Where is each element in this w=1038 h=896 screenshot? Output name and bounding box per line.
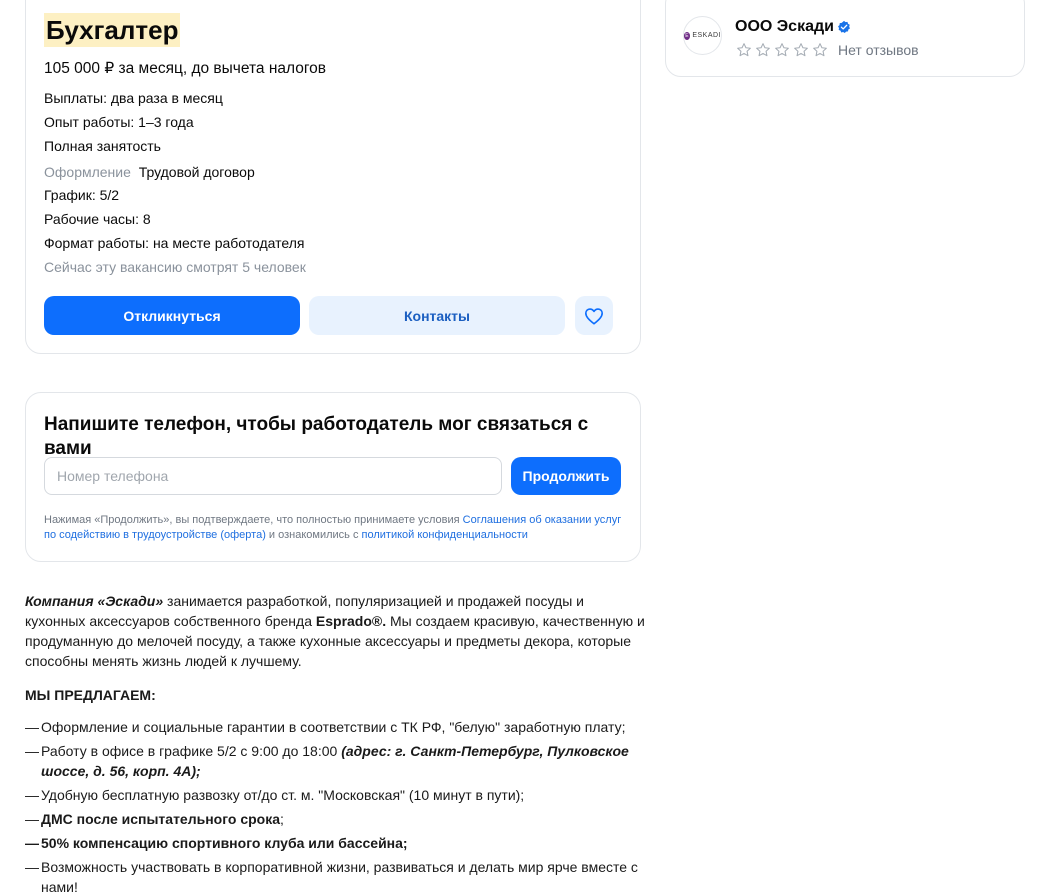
consent-text: Нажимая «Продолжить», вы подтверждаете, … <box>44 513 624 542</box>
registration-label: Оформление <box>44 164 131 180</box>
intro-brand: Esprado®. <box>315 613 387 629</box>
vacancy-salary: 105 000 ₽ за месяц, до вычета налогов <box>44 60 327 77</box>
phone-input[interactable] <box>44 457 502 495</box>
employment-info: Полная занятость <box>44 138 161 154</box>
heart-icon <box>584 307 603 325</box>
offer-item: Возможность участвовать в корпоративной … <box>25 857 645 896</box>
offer-item: Работу в офисе в графике 5/2 с 9:00 до 1… <box>25 741 645 781</box>
offer-item-text: Работу в офисе в графике 5/2 с 9:00 до 1… <box>41 743 342 759</box>
vacancy-title: Бухгалтер <box>44 13 181 47</box>
favorite-button[interactable] <box>575 296 613 335</box>
intro-company-name: Компания «Эскади» <box>25 593 164 609</box>
hours-info: Рабочие часы: 8 <box>44 211 151 227</box>
phone-form-card: Напишите телефон, чтобы работодатель мог… <box>25 392 641 562</box>
company-logo-text: ESKADI <box>692 32 721 39</box>
offer-heading: МЫ ПРЕДЛАГАЕМ: <box>25 687 156 703</box>
star-icon <box>756 43 770 57</box>
star-icon <box>794 43 808 57</box>
registration-info: Оформление Трудовой договор <box>44 161 306 186</box>
company-intro: Компания «Эскади» занимается разработкой… <box>25 591 645 671</box>
company-logo-mark: E <box>684 31 691 40</box>
star-icon <box>775 43 789 57</box>
offer-item-bold: ДМС после испытательного срока <box>41 811 280 827</box>
reviews-status[interactable]: Нет отзывов <box>838 41 919 59</box>
company-logo[interactable]: E ESKADI <box>683 16 722 55</box>
consent-prefix: Нажимая «Продолжить», вы подтверждаете, … <box>44 514 463 526</box>
company-card[interactable]: E ESKADI ООО Эскади Нет отзывов <box>665 0 1025 77</box>
company-name[interactable]: ООО Эскади <box>735 17 834 37</box>
payments-info: Выплаты: два раза в месяц <box>44 90 223 106</box>
star-icon <box>813 43 827 57</box>
offer-item: Удобную бесплатную развозку от/до ст. м.… <box>25 785 645 805</box>
contacts-button[interactable]: Контакты <box>309 296 565 335</box>
continue-button[interactable]: Продолжить <box>511 457 621 495</box>
vacancy-card: Бухгалтер 105 000 ₽ за месяц, до вычета … <box>25 0 641 354</box>
star-icon <box>737 43 751 57</box>
offer-item: Оформление и социальные гарантии в соотв… <box>25 717 645 737</box>
verified-check-icon <box>838 20 850 34</box>
consent-middle: и ознакомились с <box>265 528 362 541</box>
experience-info: Опыт работы: 1–3 года <box>44 114 194 130</box>
vacancy-description: Компания «Эскади» занимается разработкой… <box>25 591 645 896</box>
schedule-info: График: 5/2 <box>44 187 120 203</box>
offer-list: Оформление и социальные гарантии в соотв… <box>25 717 645 896</box>
vacancy-info-list: Выплаты: два раза в месяц Опыт работы: 1… <box>44 89 306 282</box>
offer-item: 50% компенсацию спортивного клуба или ба… <box>25 833 645 853</box>
rating-stars <box>736 42 828 58</box>
work-format-info: Формат работы: на месте работодателя <box>44 235 305 251</box>
offer-item: ДМС после испытательного срока; <box>25 809 645 829</box>
viewers-count: Сейчас эту вакансию смотрят 5 человек <box>44 259 306 275</box>
phone-form-title: Напишите телефон, чтобы работодатель мог… <box>44 414 589 459</box>
offer-item-tail: ; <box>280 811 284 827</box>
registration-value: Трудовой договор <box>138 164 255 180</box>
apply-button[interactable]: Откликнуться <box>44 296 300 335</box>
privacy-policy-link[interactable]: политикой конфиденциальности <box>362 529 528 541</box>
